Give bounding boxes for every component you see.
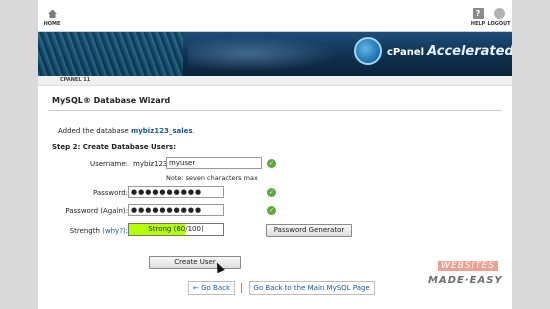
home-icon — [47, 8, 58, 19]
top-toolbar: HOME ? HELP LOGOUT — [38, 0, 512, 32]
create-user-button[interactable]: Create User — [149, 256, 241, 269]
logout-label: LOGOUT — [487, 21, 511, 27]
go-back-link[interactable]: ← Go Back — [188, 281, 236, 295]
logout-icon — [493, 8, 505, 19]
home-label: HOME — [43, 21, 61, 27]
help-icon: ? — [472, 8, 484, 19]
watermark-line2: MADE·EASY — [428, 275, 503, 286]
password-generator-button[interactable]: Password Generator — [266, 224, 352, 237]
password-again-label: Password (Again): — [65, 207, 128, 215]
strength-why-link[interactable]: (why?) — [102, 227, 125, 235]
brand-name: cPanel — [387, 47, 425, 58]
video-frame-left — [0, 0, 38, 309]
main-mysql-page-link[interactable]: Go Back to the Main MySQL Page — [248, 281, 375, 295]
video-frame-right — [512, 0, 550, 309]
cpanel-logo-text: cPanelAccelerated2 — [387, 44, 512, 60]
database-name: mybiz123_sales — [130, 127, 193, 135]
checkmark-icon: ✓ — [267, 188, 276, 197]
added-database-message: Added the database mybiz123_sales. — [58, 127, 195, 135]
logout-button[interactable]: LOGOUT — [487, 8, 511, 27]
strength-text: Strong (60/100) — [148, 225, 204, 233]
main-content: MySQL® Database Wizard Added the databas… — [38, 86, 512, 309]
username-note: Note: seven characters max — [166, 174, 258, 182]
brand-suffix: Accelerated — [427, 44, 512, 59]
breadcrumb: CPANEL 11 — [38, 76, 512, 86]
cpanel-page: HOME ? HELP LOGOUT cPanelAccelerated2 CP… — [38, 0, 512, 309]
banner-cables-graphic — [38, 32, 183, 76]
checkmark-icon: ✓ — [267, 159, 276, 168]
password-input[interactable]: ●●●●●●●●●● — [128, 186, 224, 198]
password-strength-meter: Strong (60/100) — [128, 223, 224, 236]
title-divider — [48, 110, 502, 111]
cpanel-banner: cPanelAccelerated2 — [38, 32, 512, 76]
watermark-line1: WEBSITES — [438, 261, 499, 271]
navigation-links: ← Go Back Go Back to the Main MySQL Page — [188, 281, 375, 295]
watermark-logo: WEBSITES MADE·EASY — [428, 261, 512, 297]
breadcrumb-label[interactable]: CPANEL 11 — [60, 77, 90, 83]
checkmark-icon: ✓ — [267, 206, 276, 215]
username-label: Username: — [89, 160, 128, 168]
strength-label: Strength (why?): — [38, 227, 128, 235]
password-again-input[interactable]: ●●●●●●●●●● — [128, 204, 224, 216]
banner-world-map-graphic — [188, 36, 338, 72]
password-label: Password: — [92, 189, 128, 197]
added-suffix: . — [192, 127, 195, 135]
home-button[interactable]: HOME — [40, 8, 64, 27]
username-input[interactable]: myuser — [166, 157, 262, 169]
added-prefix: Added the database — [58, 127, 129, 135]
help-label: HELP — [470, 21, 486, 27]
strength-label-text: Strength — [69, 227, 100, 235]
cpanel-logo-icon — [354, 37, 382, 65]
step-heading: Step 2: Create Database Users: — [52, 143, 176, 151]
page-title: MySQL® Database Wizard — [52, 96, 171, 105]
link-separator — [241, 283, 243, 293]
